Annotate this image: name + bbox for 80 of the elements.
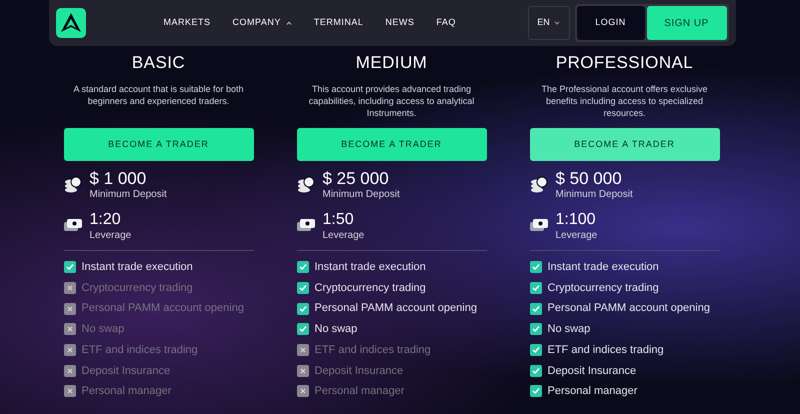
feature-label: Personal PAMM account opening (548, 301, 710, 316)
leverage-label: Leverage (322, 229, 364, 242)
deposit-label: Minimum Deposit (322, 188, 400, 201)
banknote-icon (64, 218, 82, 232)
checkmark-icon (530, 302, 542, 315)
checkmark-icon (530, 364, 542, 377)
checkmark-icon (530, 261, 542, 274)
banknote-icon (530, 218, 548, 232)
feature-label: Instant trade execution (82, 260, 193, 276)
feature-label: Cryptocurrency trading (82, 280, 193, 296)
deposit-amount: $ 1 000 (90, 169, 148, 188)
coins-icon (530, 176, 548, 194)
banknote-icon (296, 218, 314, 232)
feature-label: Cryptocurrency trading (314, 280, 426, 296)
cross-icon (64, 344, 76, 356)
feature-label: Instant trade execution (548, 260, 659, 276)
deposit-amount: $ 25 000 (322, 169, 390, 188)
checkmark-icon (296, 302, 308, 315)
feature-label: Cryptocurrency trading (548, 280, 659, 296)
feature-label: Personal manager (548, 384, 638, 400)
checkmark-icon (296, 261, 308, 274)
cross-icon (64, 282, 76, 294)
cross-icon (296, 364, 308, 377)
become-trader-button[interactable]: BECOME A TRADER (296, 128, 486, 161)
feature-label: Deposit Insurance (548, 364, 636, 379)
cross-icon (64, 364, 76, 377)
deposit-label: Minimum Deposit (556, 188, 633, 201)
nav-link[interactable]: NEWS (385, 16, 414, 30)
feature-label: Instant trade execution (314, 260, 426, 276)
checkmark-icon (530, 282, 542, 294)
become-trader-button[interactable]: BECOME A TRADER (530, 128, 720, 161)
feature-label: No swap (82, 322, 124, 338)
feature-label: Deposit Insurance (82, 364, 170, 379)
leverage-value: 1:50 (322, 210, 355, 229)
deposit-label: Minimum Deposit (90, 188, 167, 201)
feature-label: No swap (548, 322, 590, 338)
cross-icon (64, 302, 76, 315)
nav-link[interactable]: TERMINAL (314, 16, 364, 30)
feature-label: Personal manager (314, 384, 404, 400)
chevron-down-icon (554, 21, 560, 25)
feature-label: ETF and indices trading (314, 342, 431, 358)
deposit-amount: $ 50 000 (556, 169, 623, 188)
leverage-value: 1:100 (556, 210, 597, 229)
plan-description: A standard account that is suitable for both beginners and experienced traders. (72, 83, 245, 108)
leverage-label: Leverage (556, 229, 598, 242)
coins-icon (64, 176, 82, 194)
feature-label: ETF and indices trading (548, 342, 664, 358)
checkmark-icon (530, 385, 542, 398)
plan-description: This account provides advanced trading capabilities, including access to analytical Instruments. (308, 83, 476, 120)
plan-title: PROFESSIONAL (554, 52, 694, 74)
feature-label: Deposit Insurance (314, 364, 404, 379)
checkmark-icon (296, 282, 308, 294)
feature-label: No swap (314, 322, 358, 338)
feature-label: ETF and indices trading (82, 342, 198, 358)
nav-link[interactable]: MARKETS (164, 16, 211, 30)
chevron-up-icon (286, 21, 292, 25)
checkmark-icon (64, 261, 76, 274)
sign-up-button[interactable]: SIGN UP (646, 6, 726, 40)
leverage-value: 1:20 (90, 210, 122, 229)
cross-icon (296, 344, 308, 356)
cross-icon (296, 385, 308, 398)
feature-label: Personal PAMM account opening (314, 301, 477, 316)
leverage-label: Leverage (90, 229, 132, 242)
feature-label: Personal manager (82, 384, 172, 400)
nav-link[interactable]: FAQ (436, 16, 456, 30)
plan-title: MEDIUM (354, 52, 428, 74)
plan-title: BASIC (130, 52, 186, 74)
cross-icon (64, 323, 76, 336)
language-selector[interactable]: EN (528, 6, 570, 40)
checkmark-icon (530, 323, 542, 336)
login-button[interactable]: LOGIN (576, 6, 644, 40)
nav-link[interactable]: COMPANY (232, 16, 292, 30)
checkmark-icon (296, 323, 308, 336)
plan-description: The Professional account offers exclusive benefits including access to specialized resources. (540, 83, 708, 120)
cross-icon (64, 385, 76, 398)
checkmark-icon (530, 344, 542, 356)
feature-label: Personal PAMM account opening (82, 301, 244, 316)
become-trader-button[interactable]: BECOME A TRADER (64, 128, 254, 161)
logo-icon[interactable] (56, 8, 86, 38)
coins-icon (296, 176, 314, 194)
